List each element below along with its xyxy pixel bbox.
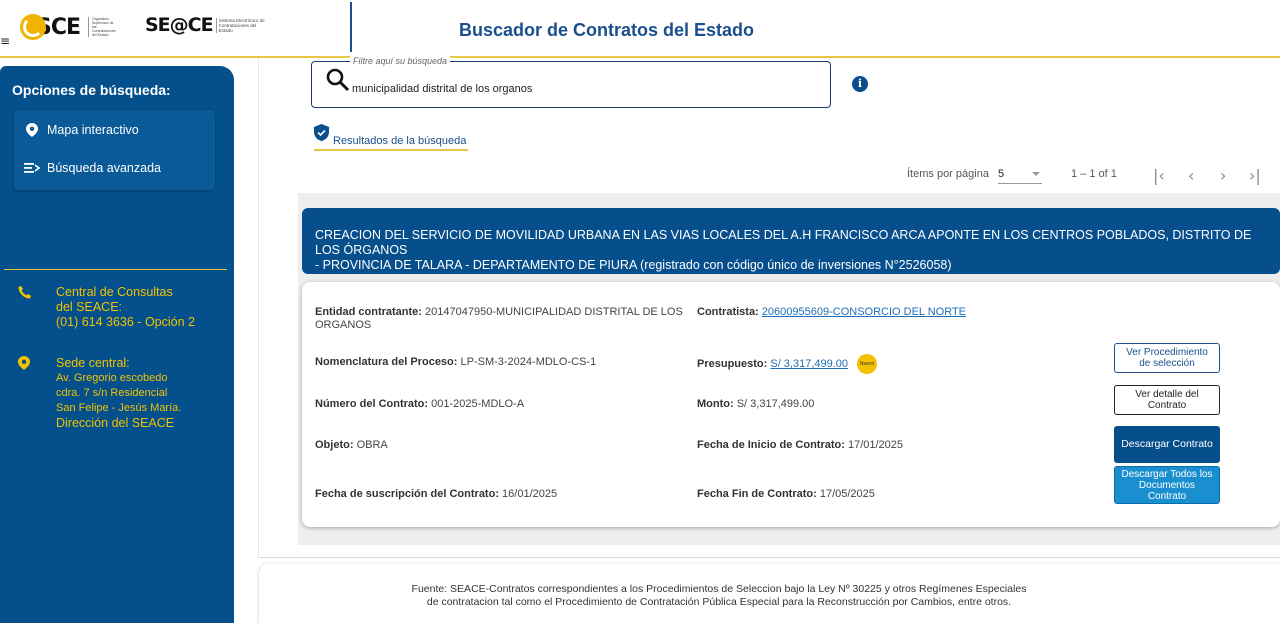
office-direction: Dirección del SEACE: [56, 416, 175, 430]
header-divider: [350, 2, 352, 52]
sidebar-item-label: Búsqueda avanzada: [47, 161, 161, 175]
button-label: Contrato: [1147, 400, 1187, 411]
result-title-line-2: - PROVINCIA DE TALARA - DEPARTAMENTO DE …: [315, 258, 952, 272]
button-label: Documentos: [1138, 479, 1196, 491]
button-label: de selección: [1139, 358, 1195, 369]
office-title: Sede central:: [56, 356, 130, 370]
office-block: Sede central: Av. Gregorio escobedo cdra…: [18, 356, 181, 431]
field-label: Nomenclatura del Proceso:: [315, 356, 458, 368]
contact-title-1: Central de Consultas: [56, 285, 173, 299]
contratista-link[interactable]: 20600955609-CONSORCIO DEL NORTE: [762, 306, 966, 318]
osce-sun-icon: [20, 14, 46, 40]
button-label: Descargar Todos los: [1121, 468, 1213, 480]
page-size-select[interactable]: 5: [998, 168, 1042, 184]
field-entidad: Entidad contratante: 20147047950-MUNICIP…: [315, 306, 685, 332]
sidebar-divider: [4, 269, 227, 270]
advanced-search-icon: [24, 162, 40, 174]
contact-phone[interactable]: (01) 614 3636 - Opción 2: [56, 315, 195, 330]
field-value: 17/05/2025: [819, 488, 875, 500]
page-range: 1 – 1 of 1: [1071, 168, 1117, 180]
field-label: Presupuesto:: [697, 357, 768, 370]
page-title: Buscador de Contratos del Estado: [459, 20, 755, 40]
seace-logo[interactable]: SE@CE Sistema Electrónico de Contratacio…: [145, 14, 268, 36]
field-presupuesto: Presupuesto: S/ 3,317,499.00 Nuevo: [697, 354, 878, 374]
ver-detalle-contrato-button[interactable]: Ver detalle del Contrato: [1114, 385, 1220, 415]
sidebar: Opciones de búsqueda: Mapa interactivo B…: [0, 66, 234, 623]
info-icon[interactable]: i: [852, 76, 868, 92]
contact-title-2: del SEACE:: [56, 300, 123, 314]
button-label: Descargar Contrato: [1121, 438, 1213, 450]
field-value: 001-2025-MDLO-A: [431, 398, 525, 410]
field-label: Fecha de suscripción del Contrato:: [315, 488, 499, 500]
sidebar-options-card: Mapa interactivo Búsqueda avanzada: [14, 110, 215, 190]
last-page-button[interactable]: ›|: [1249, 166, 1261, 185]
field-label: Objeto:: [315, 439, 354, 451]
phone-icon: [18, 285, 38, 330]
field-value: 17/01/2025: [847, 439, 904, 451]
tab-resultados-label: Resultados de la búsqueda: [333, 135, 467, 147]
field-numero-contrato: Número del Contrato: 001-2025-MDLO-A: [315, 398, 524, 411]
osce-logo-subtitle: Organismo Supervisor de las Contratacion…: [88, 17, 118, 37]
button-label: Ver Procedimiento: [1126, 347, 1208, 358]
menu-icon[interactable]: ≡: [0, 34, 10, 48]
field-value: S/ 3,317,499.00: [736, 398, 815, 410]
descargar-contrato-button[interactable]: Descargar Contrato: [1114, 426, 1220, 463]
sidebar-item-busqueda-avanzada[interactable]: Búsqueda avanzada: [24, 158, 161, 178]
footer-line-2: de contratacion tal como el Procedimient…: [426, 596, 1012, 608]
tab-resultados[interactable]: Resultados de la búsqueda: [314, 124, 469, 151]
app-header: ≡ SCE Organismo Supervisor de las Contra…: [0, 0, 1280, 58]
field-value: OBRA: [356, 439, 388, 451]
field-value: 20147047950-MUNICIPALIDAD DISTRITAL DE L…: [425, 306, 683, 318]
first-page-button[interactable]: |‹: [1153, 166, 1165, 185]
field-value: ORGANOS: [315, 319, 372, 331]
result-title-line-1: CREACION DEL SERVICIO DE MOVILIDAD URBAN…: [315, 228, 1252, 257]
field-value: 16/01/2025: [502, 488, 558, 500]
field-nomenclatura: Nomenclatura del Proceso: LP-SM-3-2024-M…: [315, 356, 596, 369]
field-fecha-inicio: Fecha de Inicio de Contrato: 17/01/2025: [697, 439, 903, 452]
seace-logo-text: SE@CE: [145, 14, 214, 36]
field-value: LP-SM-3-2024-MDLO-CS-1: [460, 356, 597, 368]
footer-text: Fuente: SEACE-Contratos correspondientes…: [385, 583, 1053, 609]
map-pin-icon: [24, 123, 40, 137]
field-label: Contratista:: [697, 306, 759, 318]
field-label: Número del Contrato:: [315, 398, 429, 410]
footer-line-1: Fuente: SEACE-Contratos correspondientes…: [411, 583, 1027, 595]
field-fecha-fin: Fecha Fin de Contrato: 17/05/2025: [697, 488, 875, 501]
search-legend: Filtre aquí su búsqueda: [350, 56, 451, 66]
items-per-page-label: Ítems por página: [907, 168, 989, 180]
page-size-value: 5: [998, 168, 1005, 180]
field-label: Monto:: [697, 398, 734, 410]
field-label: Fecha Fin de Contrato:: [697, 488, 817, 500]
ver-procedimiento-button[interactable]: Ver Procedimiento de selección: [1114, 343, 1220, 373]
field-monto: Monto: S/ 3,317,499.00: [697, 398, 814, 411]
field-fecha-suscripcion: Fecha de suscripción del Contrato: 16/01…: [315, 488, 557, 501]
sidebar-item-label: Mapa interactivo: [47, 123, 139, 137]
next-page-button[interactable]: ›: [1220, 166, 1226, 185]
field-label: Entidad contratante:: [315, 306, 422, 318]
location-pin-icon: [18, 356, 38, 431]
office-address-2: cdra. 7 s/n Residencial: [56, 387, 168, 399]
shield-check-icon: [314, 124, 329, 146]
search-value[interactable]: municipalidad distrital de los organos: [352, 83, 532, 95]
search-icon: [326, 68, 350, 97]
field-contratista: Contratista: 20600955609-CONSORCIO DEL N…: [697, 306, 966, 319]
sidebar-item-mapa-interactivo[interactable]: Mapa interactivo: [24, 120, 139, 140]
result-title[interactable]: CREACION DEL SERVICIO DE MOVILIDAD URBAN…: [302, 208, 1280, 274]
footer: Fuente: SEACE-Contratos correspondientes…: [258, 564, 1280, 623]
presupuesto-link[interactable]: S/ 3,317,499.00: [770, 358, 848, 370]
field-label: Fecha de Inicio de Contrato:: [697, 439, 845, 451]
office-address-3: San Felipe - Jesús María.: [56, 402, 182, 414]
chevron-down-icon: [1032, 172, 1040, 176]
descargar-todos-documentos-button[interactable]: Descargar Todos los Documentos Contrato: [1114, 466, 1220, 504]
contact-block: Central de Consultas del SEACE: (01) 614…: [18, 285, 195, 330]
button-label: Ver detalle del: [1135, 389, 1199, 400]
sidebar-title: Opciones de búsqueda:: [12, 82, 171, 98]
seace-logo-subtitle: Sistema Electrónico de Contrataciones de…: [215, 17, 268, 33]
field-objeto: Objeto: OBRA: [315, 439, 388, 452]
button-label: Contrato: [1147, 490, 1187, 502]
previous-page-button[interactable]: ‹: [1188, 166, 1194, 185]
osce-logo[interactable]: SCE Organismo Supervisor de las Contrata…: [20, 12, 118, 42]
new-badge: Nuevo: [857, 354, 878, 374]
office-address-1: Av. Gregorio escobedo: [56, 372, 168, 384]
